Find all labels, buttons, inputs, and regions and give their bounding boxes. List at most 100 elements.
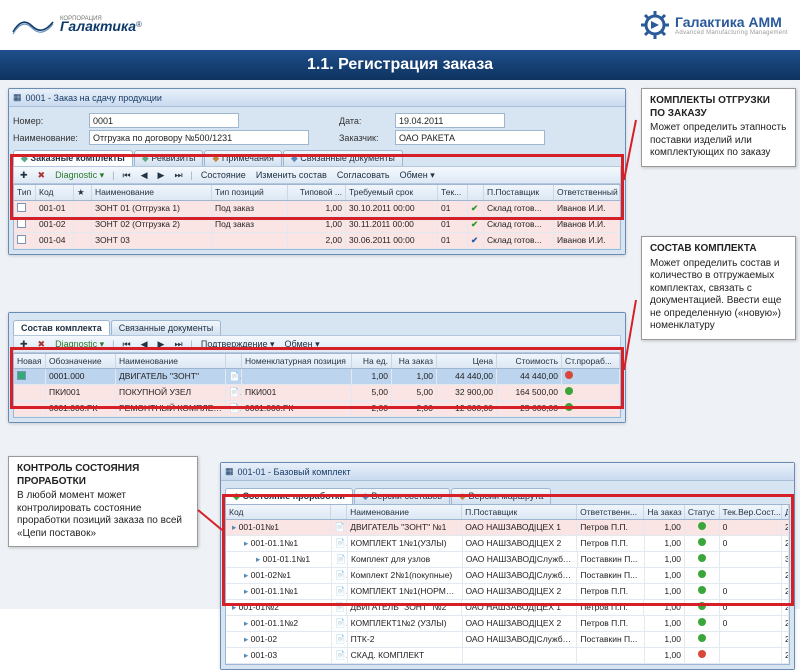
tb-next-icon[interactable]: ▶ [156, 170, 167, 181]
tb-diagnostic[interactable]: Diagnostic ▾ [53, 170, 106, 181]
tb-exchange[interactable]: Обмен ▾ [398, 170, 437, 181]
tb-first-icon[interactable]: ⏮ [120, 170, 132, 181]
grid-composition: Новая Обозначение Наименование Номенклат… [13, 353, 621, 418]
col[interactable]: Наименование [116, 354, 226, 368]
window-title-text: 001-01 - Базовый комплект [238, 467, 351, 477]
tab-docs[interactable]: ◆ Связанные документы [283, 150, 403, 166]
col[interactable]: Цена [437, 354, 497, 368]
tb-add-icon[interactable]: ✚ [18, 170, 30, 181]
col[interactable]: Статус [685, 505, 720, 519]
callout-kits: КОМПЛЕКТЫ ОТГРУЗКИ ПО ЗАКАЗУМожет опреде… [641, 88, 796, 167]
tab-notes[interactable]: ◆ Примечания [204, 150, 281, 166]
col-ico[interactable] [331, 505, 347, 519]
col-flag[interactable] [468, 185, 484, 200]
col[interactable]: Номенклатурная позиция [242, 354, 352, 368]
col[interactable]: Ст.прораб... [562, 354, 620, 368]
table-row[interactable]: 0001.000ДВИГАТЕЛЬ "ЗОНТ"📄1,001,0044 440,… [14, 369, 620, 385]
table-row[interactable]: ▸ 001-01№2📄ДВИГАТЕЛЬ "ЗОНТ" №2ОАО НАШЗАВ… [226, 600, 789, 616]
tab-linked-docs[interactable]: Связанные документы [111, 320, 222, 335]
grid-status: Код Наименование П.Поставщик Ответственн… [225, 504, 790, 665]
tab-kits[interactable]: ◆ Заказные комплекты [13, 150, 133, 166]
tb-last-icon[interactable]: ⏭ [172, 170, 184, 181]
tb-del-icon[interactable]: ✖ [36, 339, 48, 350]
toolbar-order: ✚ ✖ Diagnostic ▾ | ⏮ ◀ ▶ ⏭ | Состояние И… [13, 166, 621, 184]
tb-change[interactable]: Изменить состав [254, 170, 329, 180]
col[interactable]: Типовой ... [288, 185, 346, 200]
col[interactable]: Тип позиций [212, 185, 288, 200]
col[interactable]: Наименование [347, 505, 462, 519]
tabs-order: ◆ Заказные комплекты ◆ Реквизиты ◆ Приме… [13, 150, 621, 166]
tb-prev-icon[interactable]: ◀ [139, 339, 150, 350]
table-row[interactable]: 001-01ЗОНТ 01 (Отгрузка 1)Под заказ1,003… [14, 201, 620, 217]
tb-state[interactable]: Состояние [199, 170, 248, 180]
tb-last-icon[interactable]: ⏭ [172, 339, 184, 350]
tab-vers-comp[interactable]: ◆ Версии составов [354, 488, 450, 504]
table-row[interactable]: ▸ 001-01.1№2📄КОМПЛЕКТ1№2 (УЗЛЫ)ОАО НАШЗА… [226, 616, 789, 632]
col[interactable]: Наименование [92, 185, 212, 200]
table-row[interactable]: ▸ 001-03📄СКАД. КОМПЛЕКТ1,0028.04.2011 [226, 648, 789, 664]
window-title-text: 0001 - Заказ на сдачу продукции [26, 93, 162, 103]
col[interactable]: Ответственный [554, 185, 620, 200]
label-number: Номер: [13, 116, 83, 126]
col[interactable]: Стоимость [497, 354, 562, 368]
col[interactable]: На ед. [352, 354, 392, 368]
col[interactable]: Тек.Вер.Сост... [720, 505, 782, 519]
input-number[interactable]: 0001 [89, 113, 239, 128]
tb-confirm[interactable]: Подтверждение ▾ [199, 339, 277, 350]
table-row[interactable]: ▸ 001-01.1№1📄КОМПЛЕКТ 1№1(НОРМА...ОАО НА… [226, 584, 789, 600]
col[interactable]: Дата [782, 505, 789, 519]
label-name: Наименование: [13, 133, 83, 143]
col[interactable]: Новая [14, 354, 46, 368]
tab-vers-route[interactable]: ◆ Версии маршрута [451, 488, 551, 504]
window-titlebar[interactable]: ▦ 0001 - Заказ на сдачу продукции [9, 89, 625, 107]
col[interactable]: Код [36, 185, 74, 200]
tb-first-icon[interactable]: ⏮ [120, 339, 132, 350]
col[interactable]: Требуемый срок [346, 185, 438, 200]
tb-diagnostic[interactable]: Diagnostic ▾ [53, 339, 106, 350]
table-row[interactable]: 001-04ЗОНТ 032,0030.06.2011 00:0001✔Скла… [14, 233, 620, 249]
tb-next-icon[interactable]: ▶ [156, 339, 167, 350]
table-row[interactable]: ▸ 001-01.1№1📄Комплект для узловОАО НАШЗА… [226, 552, 789, 568]
input-name[interactable]: Отгрузка по договору №500/1231 [89, 130, 309, 145]
tb-prev-icon[interactable]: ◀ [139, 170, 150, 181]
col[interactable]: Ответственн... [577, 505, 644, 519]
table-row[interactable]: ▸ 001-02📄ПТК-2ОАО НАШЗАВОД|Служба МТСПос… [226, 632, 789, 648]
col[interactable]: Тип [14, 185, 36, 200]
col[interactable]: Тек... [438, 185, 468, 200]
col[interactable]: Обозначение [46, 354, 116, 368]
table-row[interactable]: ▸ 001-01.1№1📄КОМПЛЕКТ 1№1(УЗЛЫ)ОАО НАШЗА… [226, 536, 789, 552]
input-date[interactable]: 19.04.2011 [395, 113, 505, 128]
table-row[interactable]: ▸ 001-02№1📄Комплект 2№1(покупные)ОАО НАШ… [226, 568, 789, 584]
tb-agree[interactable]: Согласовать [335, 170, 392, 180]
callout-composition: СОСТАВ КОМПЛЕКТАМожет определить состав … [641, 236, 796, 340]
tb-del-icon[interactable]: ✖ [36, 170, 48, 181]
col[interactable]: П.Поставщик [484, 185, 554, 200]
col[interactable]: На заказ [392, 354, 437, 368]
window-titlebar[interactable]: ▦ 001-01 - Базовый комплект [221, 463, 794, 481]
tb-exchange[interactable]: Обмен ▾ [283, 339, 322, 350]
col-star[interactable]: ★ [74, 185, 92, 200]
label-date: Дата: [339, 116, 389, 126]
col[interactable]: На заказ [644, 505, 684, 519]
table-row[interactable]: 001-02ЗОНТ 02 (Отгрузка 2)Под заказ1,003… [14, 217, 620, 233]
tab-composition[interactable]: Состав комплекта [13, 320, 110, 335]
tb-add-icon[interactable]: ✚ [18, 339, 30, 350]
table-row[interactable]: ▸ 001-01№1📄ДВИГАТЕЛЬ "ЗОНТ" №1ОАО НАШЗАВ… [226, 520, 789, 536]
col[interactable]: П.Поставщик [462, 505, 577, 519]
col-ico[interactable] [226, 354, 242, 368]
window-icon: ▦ [13, 92, 22, 103]
top-bar: КОРПОРАЦИЯГалактика® Галактика AMMAdvanc… [0, 0, 800, 50]
tab-props[interactable]: ◆ Реквизиты [134, 150, 204, 166]
order-window: ▦ 0001 - Заказ на сдачу продукции Номер:… [8, 88, 626, 255]
base-kit-window: ▦ 001-01 - Базовый комплект ◆ Состояние … [220, 462, 795, 670]
window-icon: ▦ [225, 466, 234, 477]
tab-status[interactable]: ◆ Состояние проработки [225, 488, 353, 504]
page-title: 1.1. Регистрация заказа [0, 50, 800, 80]
logo-galaktika: КОРПОРАЦИЯГалактика® [12, 14, 142, 36]
label-customer: Заказчик: [339, 133, 389, 143]
table-row[interactable]: ПКИ001ПОКУПНОЙ УЗЕЛ📄ПКИ0015,005,0032 900… [14, 385, 620, 401]
input-customer[interactable]: ОАО РАКЕТА [395, 130, 545, 145]
grid-kits: Тип Код ★ Наименование Тип позиций Типов… [13, 184, 621, 250]
table-row[interactable]: 0001.000.РКРЕМОНТНЫЙ КОМПЛЕКТ📄0001.000.Р… [14, 401, 620, 417]
col[interactable]: Код [226, 505, 331, 519]
